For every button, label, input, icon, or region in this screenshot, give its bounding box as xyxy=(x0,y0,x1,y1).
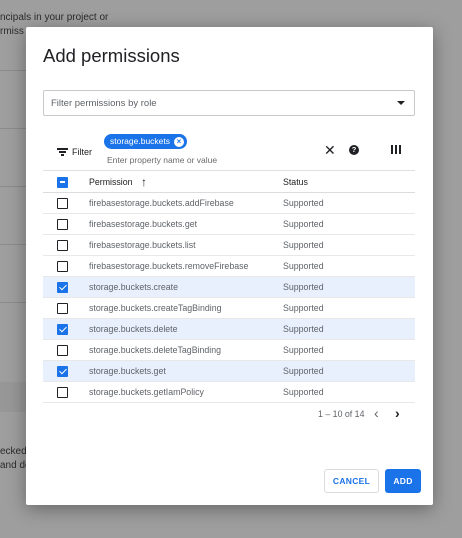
permission-status: Supported xyxy=(283,345,324,355)
row-checkbox[interactable] xyxy=(57,345,68,356)
permission-name: storage.buckets.delete xyxy=(89,324,178,334)
previous-page-icon[interactable]: ‹ xyxy=(374,405,379,421)
permission-status: Supported xyxy=(283,198,324,208)
role-filter-select[interactable]: Filter permissions by role xyxy=(43,90,415,116)
help-icon[interactable]: ? xyxy=(349,145,359,155)
permissions-table: Permission ↑ Status firebasestorage.buck… xyxy=(43,172,415,403)
row-checkbox[interactable] xyxy=(57,303,68,314)
row-checkbox[interactable] xyxy=(57,387,68,398)
pagination: 1 – 10 of 14 ‹ › xyxy=(43,403,415,427)
row-checkbox[interactable] xyxy=(57,282,68,293)
add-permissions-dialog: Add permissions Filter permissions by ro… xyxy=(26,27,433,505)
select-all-checkbox[interactable] xyxy=(57,177,68,188)
permission-status: Supported xyxy=(283,219,324,229)
cancel-button[interactable]: CANCEL xyxy=(324,469,379,493)
table-header: Permission ↑ Status xyxy=(43,172,415,193)
dropdown-arrow-icon xyxy=(397,101,405,105)
permission-name: firebasestorage.buckets.get xyxy=(89,219,198,229)
column-display-icon[interactable] xyxy=(391,145,401,154)
row-checkbox[interactable] xyxy=(57,219,68,230)
row-checkbox[interactable] xyxy=(57,261,68,272)
background-text: ncipals in your project or xyxy=(0,12,109,23)
permission-status: Supported xyxy=(283,324,324,334)
permission-name: storage.buckets.create xyxy=(89,282,178,292)
permission-name: storage.buckets.getIamPolicy xyxy=(89,387,204,397)
permission-status: Supported xyxy=(283,261,324,271)
table-row[interactable]: storage.buckets.deleteTagBinding Supporte… xyxy=(43,340,415,361)
table-row[interactable]: firebasestorage.buckets.addFirebase Suppo… xyxy=(43,193,415,214)
background-divider xyxy=(0,70,26,71)
background-divider xyxy=(0,302,26,303)
background-divider xyxy=(0,186,26,187)
filter-chip-label: storage.buckets xyxy=(110,136,171,146)
dialog-title: Add permissions xyxy=(43,45,180,66)
background-strip xyxy=(0,382,26,412)
permission-status: Supported xyxy=(283,303,324,313)
filter-chip[interactable]: storage.buckets × xyxy=(104,134,188,149)
clear-filter-icon[interactable]: ✕ xyxy=(324,142,336,159)
status-column-header: Status xyxy=(283,177,308,187)
background-text: ecked xyxy=(0,446,27,457)
permission-name: firebasestorage.buckets.list xyxy=(89,240,196,250)
property-filter-input[interactable] xyxy=(107,155,287,165)
permission-status: Supported xyxy=(283,366,324,376)
table-row[interactable]: storage.buckets.create Supported xyxy=(43,277,415,298)
permission-status: Supported xyxy=(283,387,324,397)
table-row[interactable]: storage.buckets.getIamPolicy Supported xyxy=(43,382,415,403)
role-filter-placeholder: Filter permissions by role xyxy=(51,97,157,109)
table-row[interactable]: storage.buckets.createTagBinding Supporte… xyxy=(43,298,415,319)
permission-name: firebasestorage.buckets.addFirebase xyxy=(89,198,234,208)
row-checkbox[interactable] xyxy=(57,324,68,335)
background-text: rmiss xyxy=(0,26,24,37)
table-row[interactable]: firebasestorage.buckets.get Supported xyxy=(43,214,415,235)
filter-label[interactable]: Filter xyxy=(72,147,92,157)
table-row[interactable]: storage.buckets.delete Supported xyxy=(43,319,415,340)
table-row[interactable]: storage.buckets.get Supported xyxy=(43,361,415,382)
row-checkbox[interactable] xyxy=(57,198,68,209)
permission-name: storage.buckets.createTagBinding xyxy=(89,303,222,313)
table-row[interactable]: firebasestorage.buckets.list Supported xyxy=(43,235,415,256)
permission-name: firebasestorage.buckets.removeFirebase xyxy=(89,261,249,271)
row-checkbox[interactable] xyxy=(57,366,68,377)
chip-close-icon[interactable]: × xyxy=(174,136,185,147)
add-button[interactable]: ADD xyxy=(385,469,421,493)
permission-name: storage.buckets.get xyxy=(89,366,166,376)
background-divider xyxy=(0,128,26,129)
row-checkbox[interactable] xyxy=(57,240,68,251)
filter-bar: Filter storage.buckets × ✕ ? xyxy=(43,131,415,171)
filter-icon[interactable] xyxy=(57,148,68,156)
permission-column-header[interactable]: Permission xyxy=(89,172,133,192)
sort-ascending-icon[interactable]: ↑ xyxy=(141,172,147,192)
pagination-range: 1 – 10 of 14 xyxy=(318,409,365,419)
table-row[interactable]: firebasestorage.buckets.removeFirebase Su… xyxy=(43,256,415,277)
permission-status: Supported xyxy=(283,240,324,250)
permission-name: storage.buckets.deleteTagBinding xyxy=(89,345,222,355)
next-page-icon[interactable]: › xyxy=(395,405,400,421)
background-divider xyxy=(0,244,26,245)
permission-status: Supported xyxy=(283,282,324,292)
